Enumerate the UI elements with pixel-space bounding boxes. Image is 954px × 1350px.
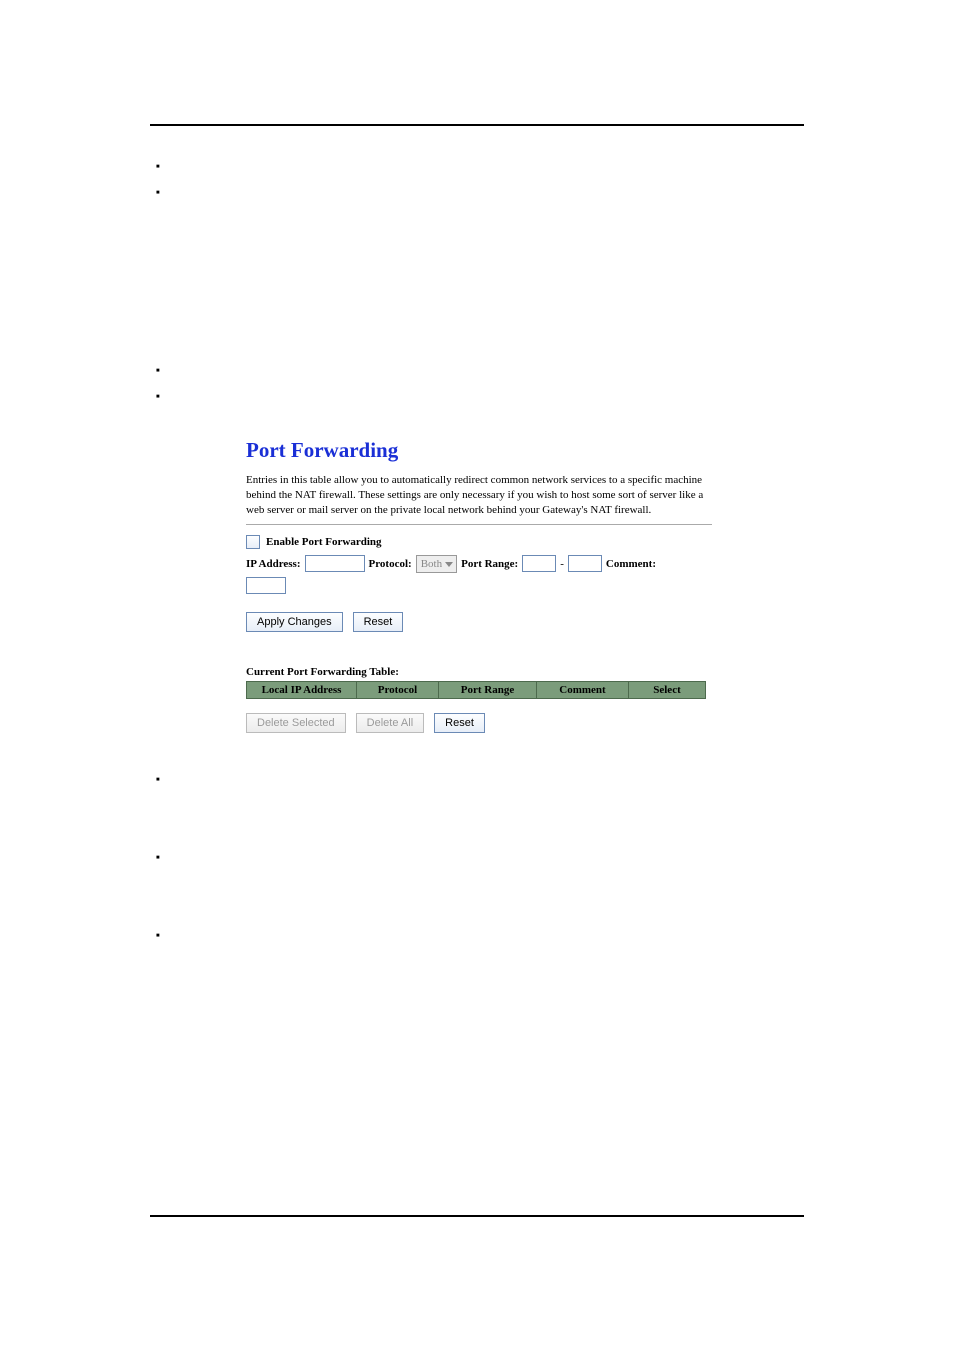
table-buttons-row: Delete Selected Delete All Reset bbox=[246, 713, 712, 733]
table-title: Current Port Forwarding Table: bbox=[246, 666, 712, 678]
reset-table-button[interactable]: Reset bbox=[434, 713, 485, 733]
col-local-ip: Local IP Address bbox=[246, 681, 356, 699]
forwarding-table-header: Local IP Address Protocol Port Range Com… bbox=[246, 681, 712, 699]
bullet-item bbox=[168, 851, 804, 869]
port-range-separator: - bbox=[560, 558, 564, 570]
comment-label: Comment: bbox=[606, 558, 656, 570]
document-page: Port Forwarding Entries in this table al… bbox=[0, 0, 954, 1350]
bullet-item bbox=[168, 160, 804, 178]
port-range-from-input[interactable] bbox=[522, 555, 556, 572]
comment-row bbox=[246, 577, 712, 594]
bullet-item bbox=[168, 929, 804, 947]
panel-title: Port Forwarding bbox=[246, 438, 712, 463]
delete-selected-button[interactable]: Delete Selected bbox=[246, 713, 346, 733]
spacer bbox=[150, 234, 804, 324]
ip-address-label: IP Address: bbox=[246, 558, 301, 570]
protocol-label: Protocol: bbox=[369, 558, 412, 570]
upper-bullet-list bbox=[150, 160, 804, 204]
bullet-item bbox=[168, 773, 804, 791]
col-comment: Comment bbox=[536, 681, 628, 699]
bullet-item bbox=[168, 186, 804, 204]
entry-row: IP Address: Protocol: Both Port Range: -… bbox=[246, 555, 712, 573]
ip-address-input[interactable] bbox=[305, 555, 365, 572]
bullet-item bbox=[168, 390, 804, 408]
panel-separator bbox=[246, 524, 712, 525]
protocol-select[interactable]: Both bbox=[416, 555, 457, 573]
panel-description: Entries in this table allow you to autom… bbox=[246, 473, 712, 518]
bullet-item bbox=[168, 364, 804, 382]
comment-input[interactable] bbox=[246, 577, 286, 594]
footer-rule bbox=[150, 1215, 804, 1217]
lower-bullet-list bbox=[150, 773, 804, 947]
col-port-range: Port Range bbox=[438, 681, 536, 699]
port-range-label: Port Range: bbox=[461, 558, 518, 570]
port-forwarding-panel: Port Forwarding Entries in this table al… bbox=[246, 438, 712, 733]
protocol-select-value: Both bbox=[421, 558, 442, 570]
col-select: Select bbox=[628, 681, 706, 699]
apply-reset-row: Apply Changes Reset bbox=[246, 612, 712, 632]
enable-port-forwarding-checkbox[interactable] bbox=[246, 535, 260, 549]
reset-button[interactable]: Reset bbox=[353, 612, 404, 632]
apply-changes-button[interactable]: Apply Changes bbox=[246, 612, 343, 632]
enable-row: Enable Port Forwarding bbox=[246, 535, 712, 549]
port-range-to-input[interactable] bbox=[568, 555, 602, 572]
upper-bullet-list-2 bbox=[150, 364, 804, 408]
col-protocol: Protocol bbox=[356, 681, 438, 699]
enable-port-forwarding-label: Enable Port Forwarding bbox=[266, 536, 382, 548]
delete-all-button[interactable]: Delete All bbox=[356, 713, 424, 733]
header-rule bbox=[150, 124, 804, 126]
